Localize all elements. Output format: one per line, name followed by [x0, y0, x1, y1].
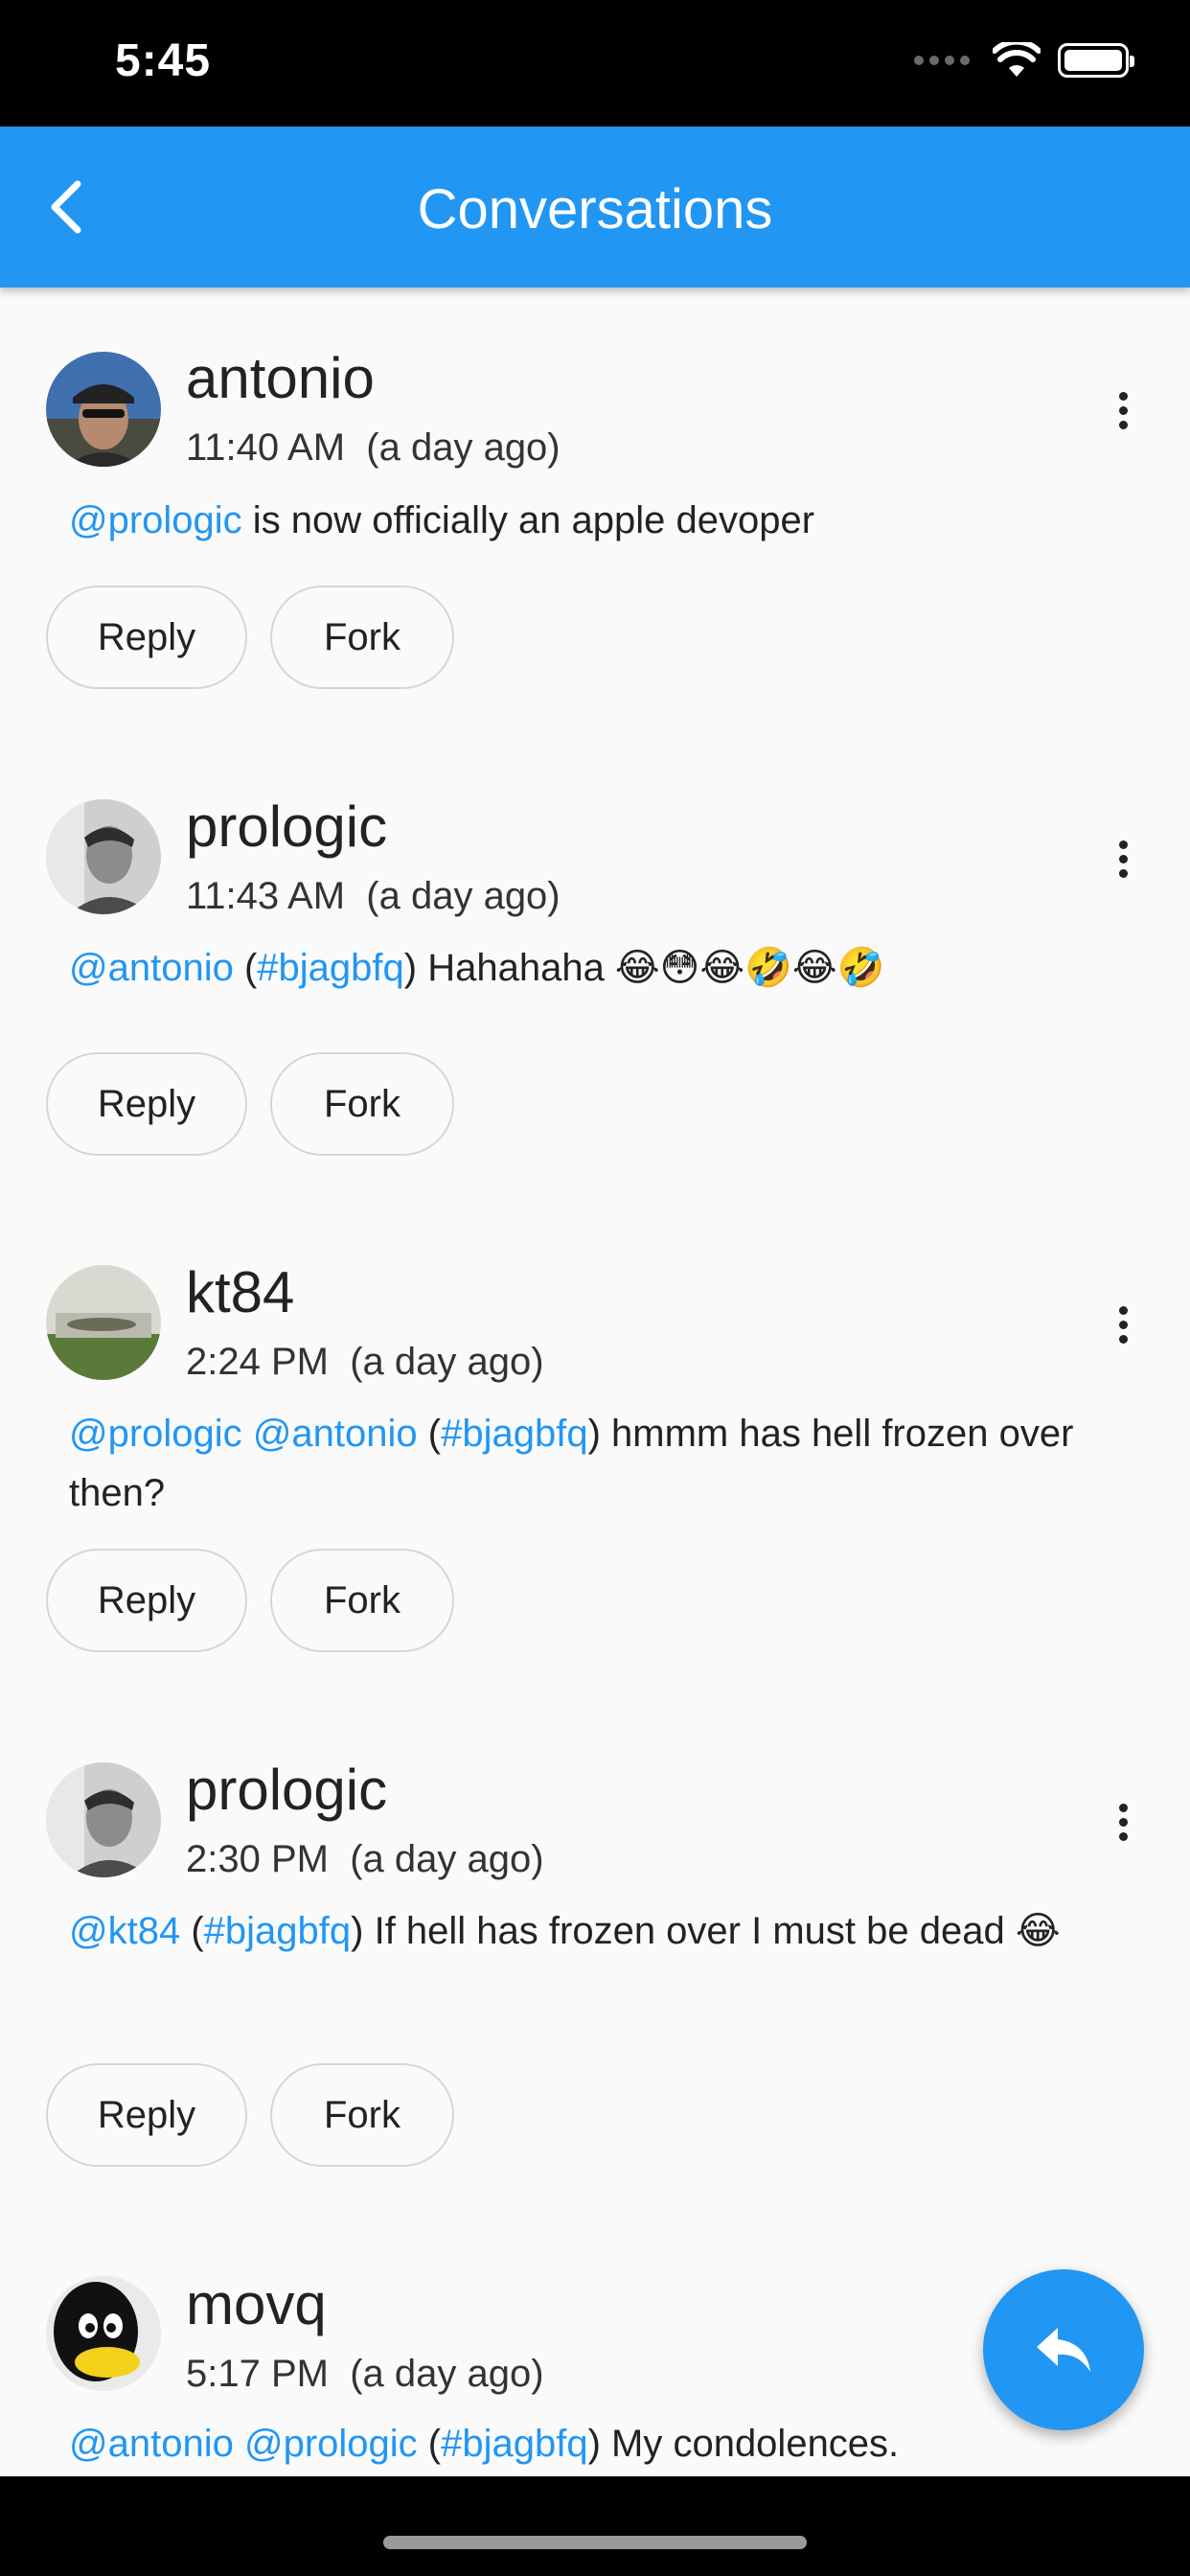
mention-link[interactable]: @antonio	[69, 2423, 234, 2465]
more-vert-icon	[1118, 391, 1128, 401]
post-username[interactable]: antonio	[186, 345, 375, 412]
post-text: (	[233, 947, 258, 989]
post-text: is now officially an apple devoper	[241, 499, 815, 541]
post-username[interactable]: prologic	[186, 794, 387, 861]
mention-link[interactable]: @antonio	[69, 947, 234, 989]
hashtag-link[interactable]: #bjagbfq	[257, 947, 403, 989]
more-options-button[interactable]	[1094, 820, 1152, 897]
avatar[interactable]	[46, 1762, 161, 1877]
post-body: @antonio @prologic (#bjagbfq) My condole…	[69, 2414, 1133, 2473]
post-time: 2:30 PM	[186, 1838, 329, 1880]
page-title: Conversations	[417, 178, 773, 241]
post-time: 2:24 PM	[186, 1341, 329, 1383]
post-body: @antonio (#bjagbfq) Hahahaha 😂😳😂🤣😂🤣	[69, 938, 1133, 998]
reply-fab[interactable]	[983, 2269, 1144, 2430]
more-options-button[interactable]	[1094, 1783, 1152, 1860]
post-timestamp: 11:40 AM (a day ago)	[186, 424, 561, 472]
fork-button[interactable]: Fork	[270, 586, 454, 689]
mention-link[interactable]: @prologic	[244, 2423, 418, 2465]
avatar[interactable]	[46, 352, 161, 467]
post-relative-time: (a day ago)	[350, 2353, 544, 2395]
post-text	[242, 1413, 253, 1455]
reply-button[interactable]: Reply	[46, 586, 247, 689]
more-options-button[interactable]	[1094, 372, 1152, 448]
avatar[interactable]	[46, 2276, 161, 2391]
fork-button[interactable]: Fork	[270, 1549, 454, 1652]
hashtag-link[interactable]: #bjagbfq	[204, 1910, 351, 1952]
post-timestamp: 11:43 AM (a day ago)	[186, 872, 561, 920]
post-relative-time: (a day ago)	[350, 1838, 544, 1880]
avatar[interactable]	[46, 1265, 161, 1380]
post-text: ) My condolences.	[587, 2423, 900, 2465]
post-text	[234, 2423, 244, 2465]
app-bar: Conversations	[0, 126, 1190, 288]
post-body: @prologic is now officially an apple dev…	[69, 491, 1133, 550]
hashtag-link[interactable]: #bjagbfq	[441, 1413, 587, 1455]
fork-button[interactable]: Fork	[270, 1052, 454, 1156]
post-time: 5:17 PM	[186, 2353, 329, 2395]
status-bar: 5:45	[0, 0, 1190, 126]
status-time: 5:45	[115, 35, 212, 86]
more-options-button[interactable]	[1094, 1286, 1152, 1363]
battery-icon	[1058, 43, 1134, 78]
post-time: 11:43 AM	[186, 875, 346, 917]
post-relative-time: (a day ago)	[366, 426, 561, 469]
more-vert-icon	[1118, 1305, 1128, 1315]
post-username[interactable]: movq	[186, 2271, 327, 2338]
post-timestamp: 2:30 PM (a day ago)	[186, 1835, 544, 1883]
home-indicator[interactable]	[383, 2536, 807, 2549]
post-timestamp: 5:17 PM (a day ago)	[186, 2350, 544, 2398]
reply-button[interactable]: Reply	[46, 1052, 247, 1156]
post-text: ) Hahahaha 😂😳😂🤣😂🤣	[403, 947, 885, 989]
mention-link[interactable]: @prologic	[69, 499, 242, 541]
wifi-icon	[993, 42, 1041, 77]
post-relative-time: (a day ago)	[350, 1341, 544, 1383]
hashtag-link[interactable]: #bjagbfq	[441, 2423, 587, 2465]
status-icons	[914, 42, 1134, 79]
post-relative-time: (a day ago)	[366, 875, 561, 917]
cellular-signal-icon	[914, 56, 970, 65]
fork-button[interactable]: Fork	[270, 2063, 454, 2167]
more-vert-icon	[1118, 1803, 1128, 1812]
reply-button[interactable]: Reply	[46, 1549, 247, 1652]
more-vert-icon	[1118, 840, 1128, 849]
post-body: @prologic @antonio (#bjagbfq) hmmm has h…	[69, 1404, 1133, 1523]
post-text: (	[417, 2423, 442, 2465]
post-text: (	[417, 1413, 442, 1455]
mention-link[interactable]: @antonio	[253, 1413, 418, 1455]
conversation-list[interactable]: antonio 11:40 AM (a day ago) @prologic i…	[0, 288, 1190, 2476]
post-username[interactable]: prologic	[186, 1757, 387, 1824]
post-body: @kt84 (#bjagbfq) If hell has frozen over…	[69, 1901, 1133, 1961]
reply-icon	[1037, 2328, 1090, 2372]
mention-link[interactable]: @prologic	[69, 1413, 242, 1455]
reply-button[interactable]: Reply	[46, 2063, 247, 2167]
post-time: 11:40 AM	[186, 426, 346, 469]
mention-link[interactable]: @kt84	[69, 1910, 180, 1952]
post-text: ) If hell has frozen over I must be dead…	[351, 1910, 1061, 1952]
home-bar	[0, 2476, 1190, 2576]
post-timestamp: 2:24 PM (a day ago)	[186, 1338, 544, 1386]
post-text: (	[180, 1910, 204, 1952]
avatar[interactable]	[46, 799, 161, 914]
post-username[interactable]: kt84	[186, 1259, 294, 1326]
